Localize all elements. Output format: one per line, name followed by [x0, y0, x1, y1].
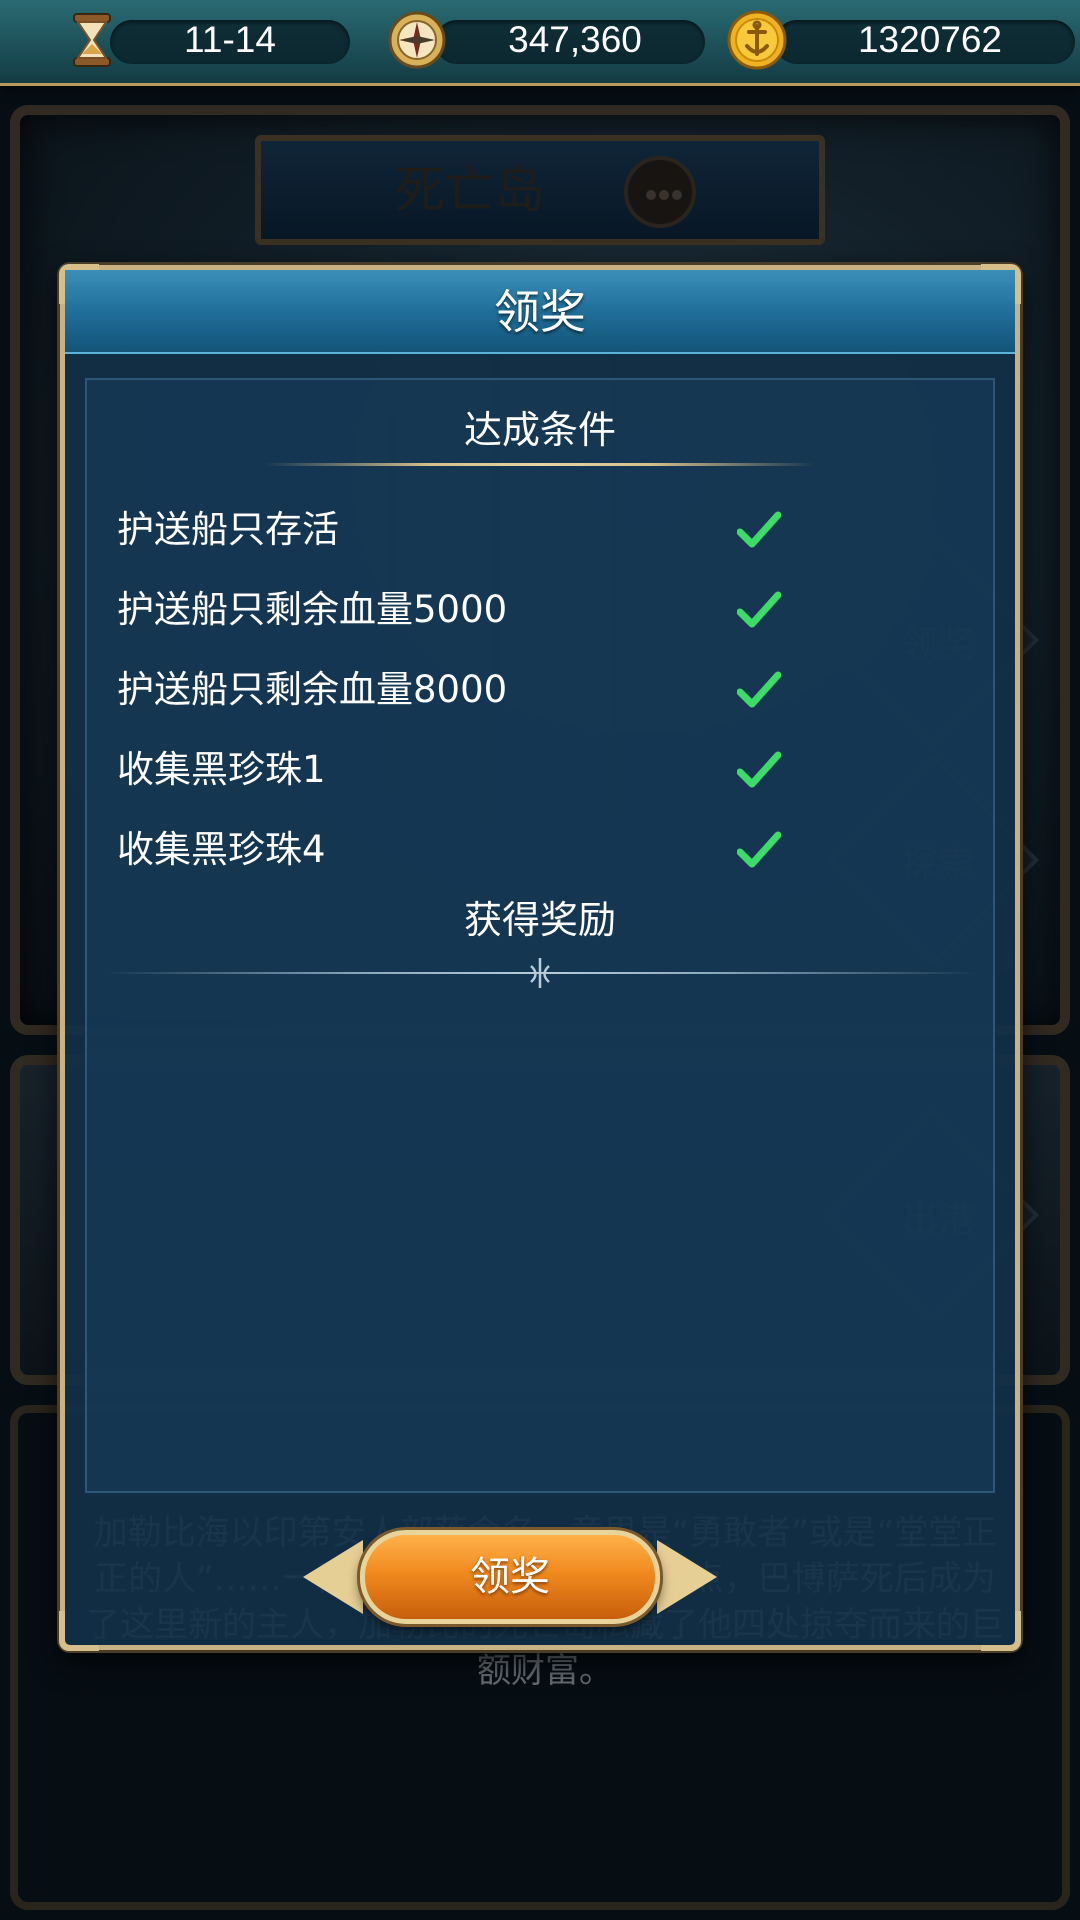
condition-label: 护送船只剩余血量8000: [117, 668, 508, 711]
condition-label: 收集黑珍珠1: [117, 748, 326, 791]
checkmark-icon: [737, 511, 781, 548]
reward-dialog: 领奖 达成条件 护送船只存活 护送船只剩余血量5000 护送船只剩余血量8000…: [59, 264, 1021, 1651]
claim-reward-label: 领奖: [470, 1554, 550, 1600]
divider-ornament-icon: [530, 958, 550, 988]
corner-ornament: [981, 1611, 1021, 1651]
condition-row: 收集黑珍珠4: [117, 820, 817, 880]
conditions-heading: 达成条件: [463, 408, 616, 452]
date-resource: 11-14: [60, 13, 350, 67]
heading-divider: [265, 463, 815, 466]
condition-row: 收集黑珍珠1: [117, 740, 817, 800]
gold-resource: 1320762: [725, 10, 1075, 70]
resource-bar: 11-14 347,360 1320762: [0, 0, 1080, 86]
condition-label: 收集黑珍珠4: [117, 828, 326, 871]
compass-icon: [388, 11, 446, 69]
condition-row: 护送船只存活: [117, 500, 817, 560]
compass-value: 347,360: [508, 19, 642, 60]
button-wing-left: [303, 1540, 363, 1614]
condition-label: 护送船只剩余血量5000: [117, 588, 508, 631]
corner-ornament: [59, 1611, 99, 1651]
date-value: 11-14: [184, 19, 276, 60]
condition-row: 护送船只剩余血量5000: [117, 580, 817, 640]
dialog-title: 领奖: [494, 285, 586, 339]
checkmark-icon: [737, 591, 781, 628]
checkmark-icon: [737, 751, 781, 788]
rewards-heading: 获得奖励: [463, 898, 616, 942]
condition-row: 护送船只剩余血量8000: [117, 660, 817, 720]
checkmark-icon: [737, 671, 781, 708]
button-wing-right: [657, 1540, 717, 1614]
gold-value: 1320762: [857, 19, 1003, 60]
checkmark-icon: [737, 831, 781, 868]
condition-label: 护送船只存活: [117, 508, 339, 551]
compass-resource: 347,360: [385, 11, 705, 69]
hourglass-icon: [73, 13, 111, 67]
anchor-coin-icon: [727, 10, 787, 70]
